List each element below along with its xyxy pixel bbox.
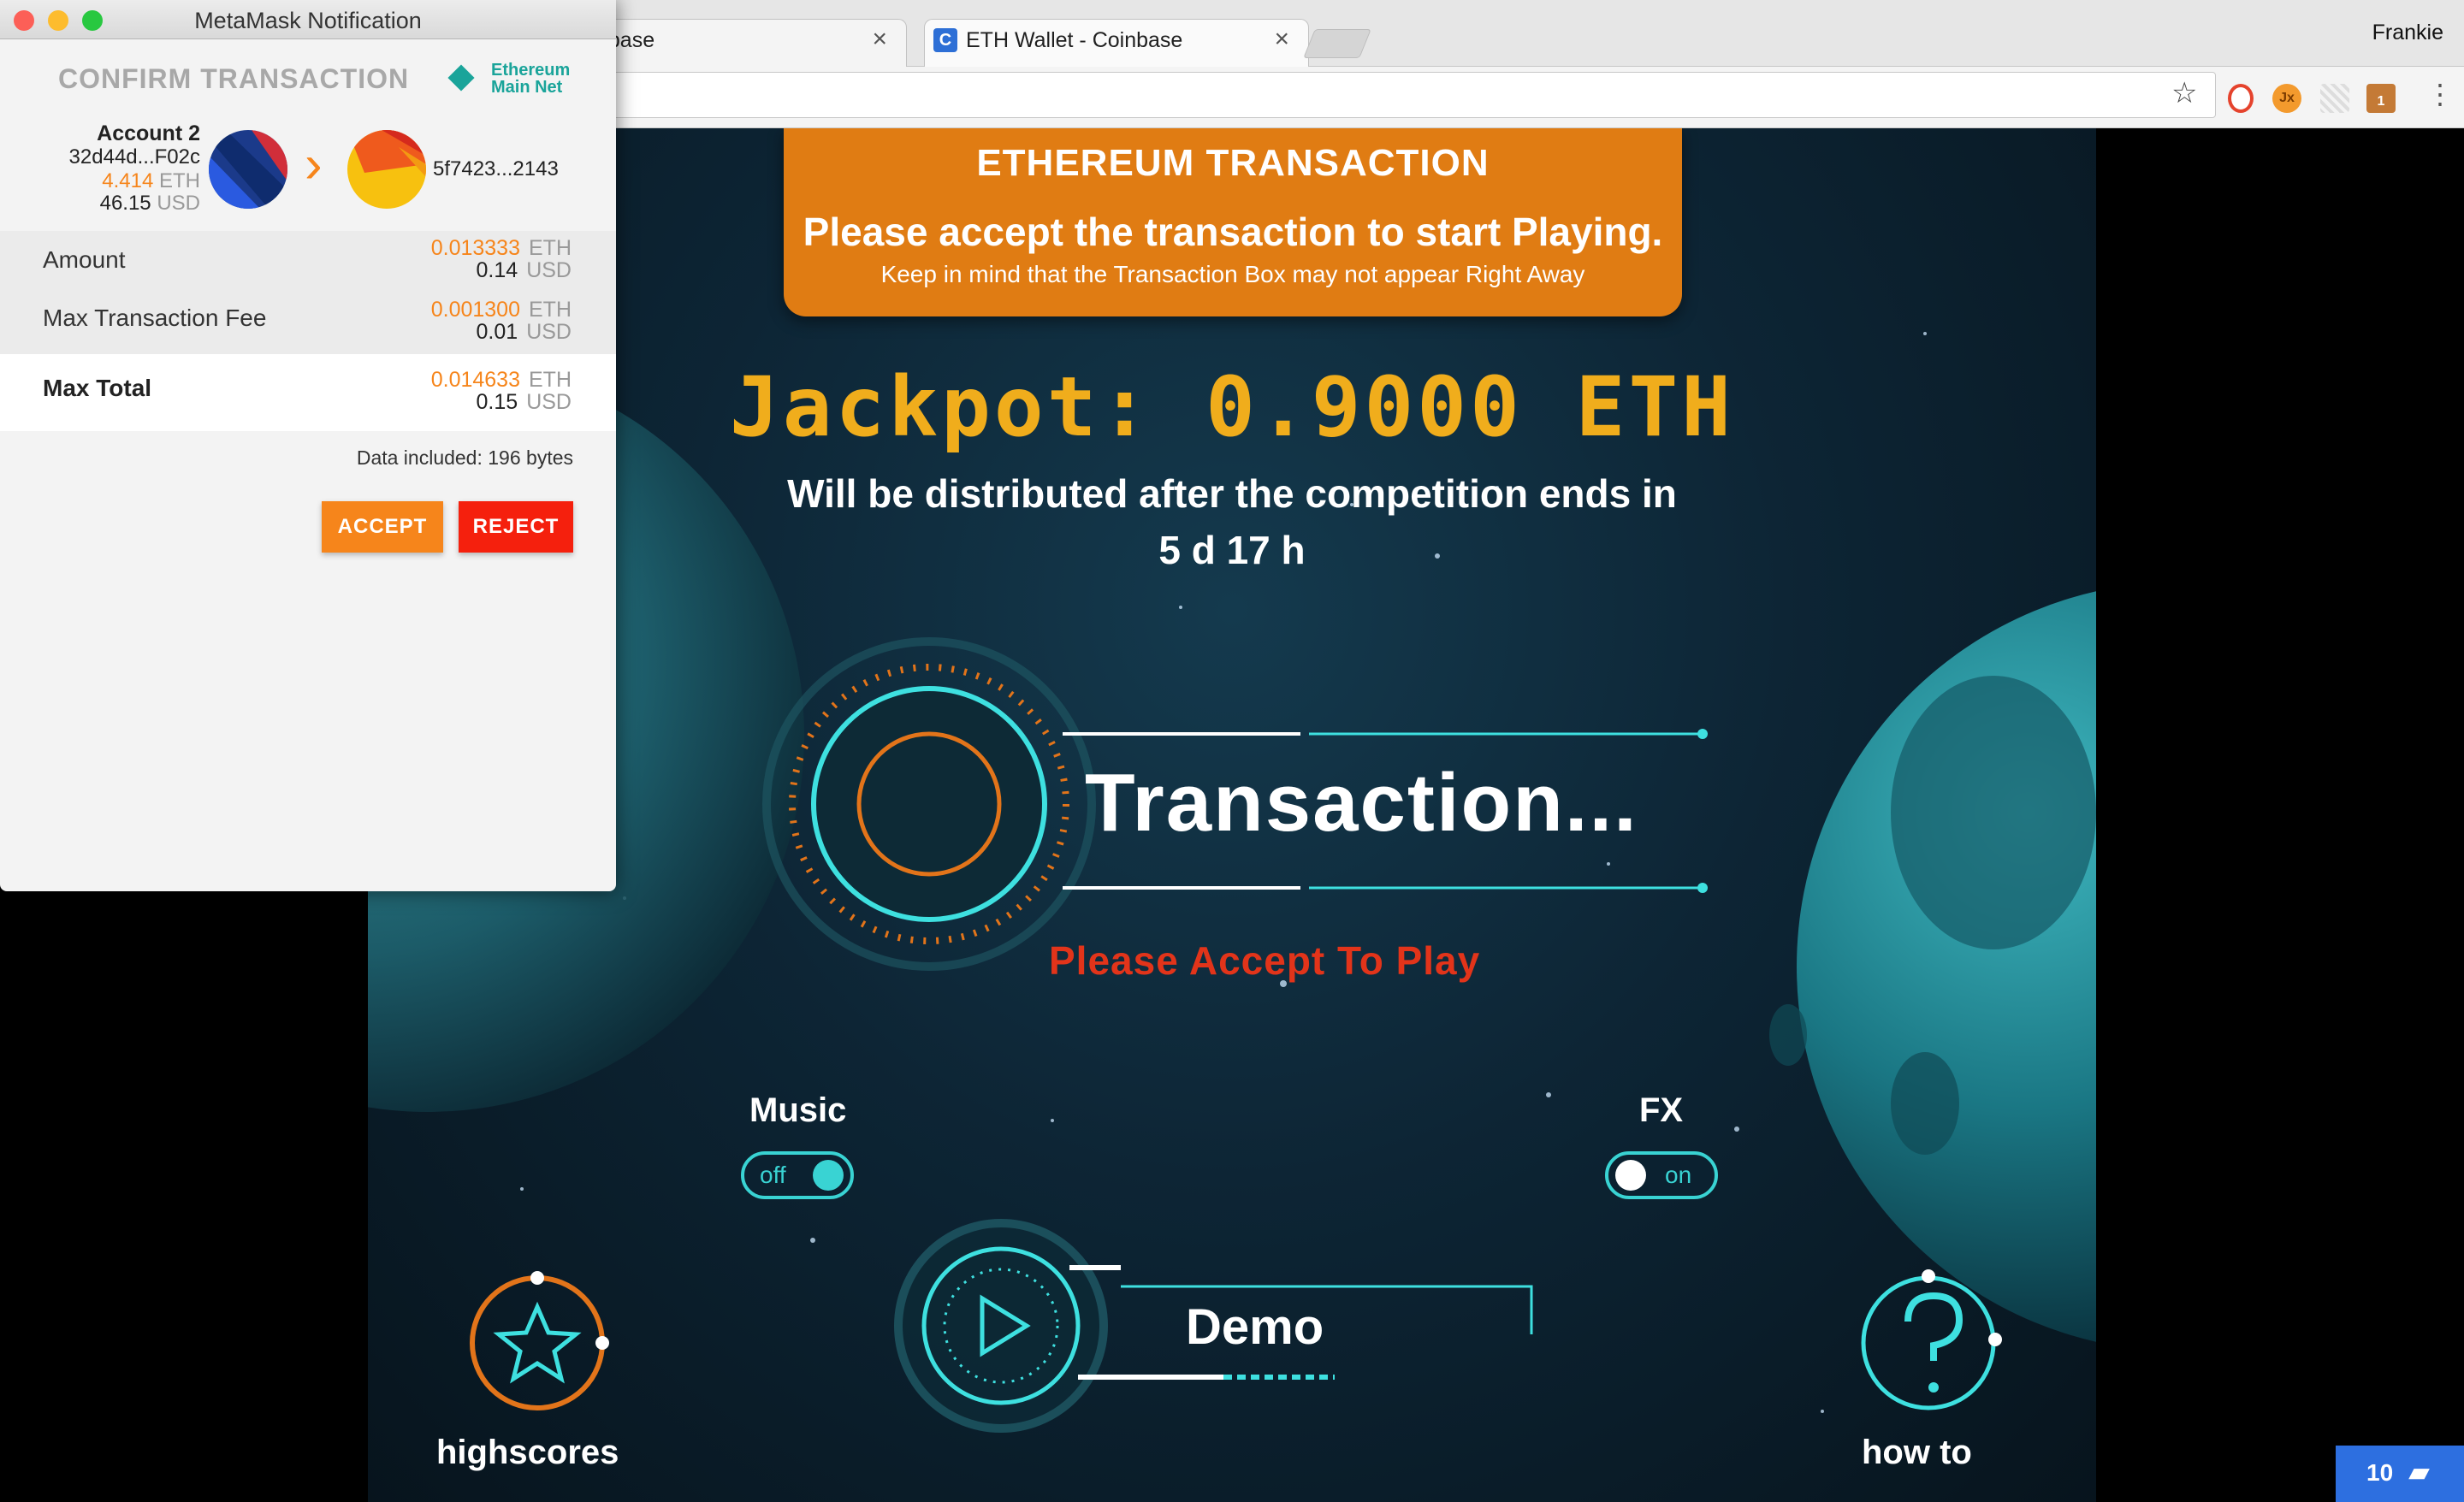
how-to-button[interactable]: how to xyxy=(1862,1434,1972,1472)
toggle-knob xyxy=(813,1160,844,1191)
toggle-knob xyxy=(1615,1160,1646,1191)
chat-count: 10 xyxy=(2366,1459,2394,1486)
notification-extension-icon[interactable]: 1 xyxy=(2366,84,2396,113)
fee-label: Max Transaction Fee xyxy=(43,305,267,331)
grid-extension-icon[interactable] xyxy=(2320,84,2349,113)
address-bar[interactable] xyxy=(479,72,2216,118)
star-icon xyxy=(493,1301,582,1384)
tab-label: ETH Wallet - Coinbase xyxy=(966,28,1183,52)
amount-label: Amount xyxy=(43,246,126,273)
total-eth: 0.014633 ETH xyxy=(431,368,572,393)
tab-eth-wallet[interactable]: C ETH Wallet - Coinbase × xyxy=(924,19,1309,67)
transaction-status: Transaction... xyxy=(1085,757,1638,849)
chevron-right-icon: › xyxy=(305,135,323,194)
jackpot-amount: Jackpot: 0.9000 ETH xyxy=(729,359,1735,455)
new-tab-button[interactable] xyxy=(1303,29,1371,58)
fx-toggle-state: on xyxy=(1665,1162,1692,1188)
from-account-avatar xyxy=(209,130,287,209)
distribution-text: Will be distributed after the competitio… xyxy=(787,471,1677,516)
total-usd-value: 0.15 xyxy=(476,390,518,414)
network-name: Ethereum xyxy=(491,61,571,80)
fee-usd: 0.01 USD xyxy=(477,320,572,345)
eth-balance-value: 4.414 xyxy=(102,169,154,192)
game-canvas: ETHEREUM TRANSACTION Please accept the t… xyxy=(368,128,2096,1502)
coinbase-favicon-icon: C xyxy=(933,28,957,52)
eth-unit: ETH xyxy=(529,368,572,392)
bookmark-star-icon[interactable]: ☆ xyxy=(2171,79,2197,108)
popup-titlebar: MetaMask Notification xyxy=(0,0,616,39)
profile-name[interactable]: Frankie xyxy=(2372,21,2443,45)
tab-close-icon[interactable]: × xyxy=(872,25,887,54)
banner-note: Keep in mind that the Transaction Box ma… xyxy=(880,261,1585,287)
eth-unit: ETH xyxy=(159,169,200,192)
chat-badge[interactable]: 10 ▰ xyxy=(2336,1446,2464,1502)
ethereum-network-icon xyxy=(447,64,475,92)
amount-usd: 0.14 USD xyxy=(477,258,572,283)
network-type: Main Net xyxy=(491,78,563,97)
usd-unit: USD xyxy=(157,192,200,215)
account-usd-balance: 46.15 USD xyxy=(100,192,200,216)
eth-transaction-banner: ETHEREUM TRANSACTION Please accept the t… xyxy=(784,128,1682,316)
to-account-avatar xyxy=(347,130,426,209)
account-address: 32d44d...F02c xyxy=(68,145,200,169)
amount-eth-value: 0.013333 xyxy=(430,236,520,260)
fee-row: Max Transaction Fee 0.001300 ETH 0.01 USD xyxy=(0,293,616,354)
highscores-button[interactable]: highscores xyxy=(436,1434,619,1472)
popup-title: MetaMask Notification xyxy=(194,8,422,33)
banner-message: Please accept the transaction to start P… xyxy=(803,210,1663,254)
usd-unit: USD xyxy=(526,320,572,344)
fx-toggle[interactable]: on xyxy=(1605,1151,1718,1199)
fee-eth: 0.001300 ETH xyxy=(431,298,572,322)
screen: nbase × C ETH Wallet - Coinbase × Franki… xyxy=(0,0,2464,1502)
total-eth-value: 0.014633 xyxy=(430,368,520,392)
demo-button[interactable]: Demo xyxy=(1186,1298,1324,1356)
total-row: Max Total 0.014633 ETH 0.15 USD xyxy=(0,354,616,431)
reject-button[interactable]: REJECT xyxy=(459,501,573,553)
account-name: Account 2 xyxy=(97,121,200,145)
eth-unit: ETH xyxy=(529,236,572,260)
music-toggle[interactable]: off xyxy=(741,1151,854,1199)
usd-unit: USD xyxy=(526,258,572,282)
usd-balance-value: 46.15 xyxy=(99,192,151,215)
account-eth-balance: 4.414 ETH xyxy=(102,169,200,193)
fee-eth-value: 0.001300 xyxy=(430,298,520,322)
fx-label: FX xyxy=(1639,1091,1684,1129)
question-mark-icon xyxy=(1904,1292,1964,1361)
total-usd: 0.15 USD xyxy=(477,390,572,415)
banner-title: ETHEREUM TRANSACTION xyxy=(976,142,1490,184)
usd-unit: USD xyxy=(526,390,572,414)
jx-extension-icon[interactable]: Jx xyxy=(2272,84,2301,113)
opera-icon[interactable] xyxy=(2228,84,2254,113)
browser-menu-icon[interactable]: ⋮ xyxy=(2426,80,2454,108)
amount-row: Amount 0.013333 ETH 0.14 USD xyxy=(0,231,616,293)
accept-to-play-message: Please Accept To Play xyxy=(1049,938,1481,983)
fee-usd-value: 0.01 xyxy=(476,320,518,344)
tab-close-icon[interactable]: × xyxy=(1274,25,1289,54)
data-included-note: Data included: 196 bytes xyxy=(356,446,573,469)
recipient-address: 5f7423...2143 xyxy=(433,157,559,180)
metamask-popup: MetaMask Notification CONFIRM TRANSACTIO… xyxy=(0,0,616,891)
total-label: Max Total xyxy=(43,375,152,401)
chat-icon: ▰ xyxy=(2409,1458,2430,1487)
amount-eth: 0.013333 ETH xyxy=(431,236,572,261)
countdown-timer: 5 d 17 h xyxy=(1158,528,1306,572)
network-label: Ethereum Main Net xyxy=(491,62,570,96)
music-label: Music xyxy=(749,1091,847,1129)
eth-unit: ETH xyxy=(529,298,572,322)
confirm-heading: CONFIRM TRANSACTION xyxy=(58,63,410,94)
amount-usd-value: 0.14 xyxy=(476,258,518,282)
accept-button[interactable]: ACCEPT xyxy=(322,501,443,553)
music-toggle-state: off xyxy=(760,1162,786,1188)
